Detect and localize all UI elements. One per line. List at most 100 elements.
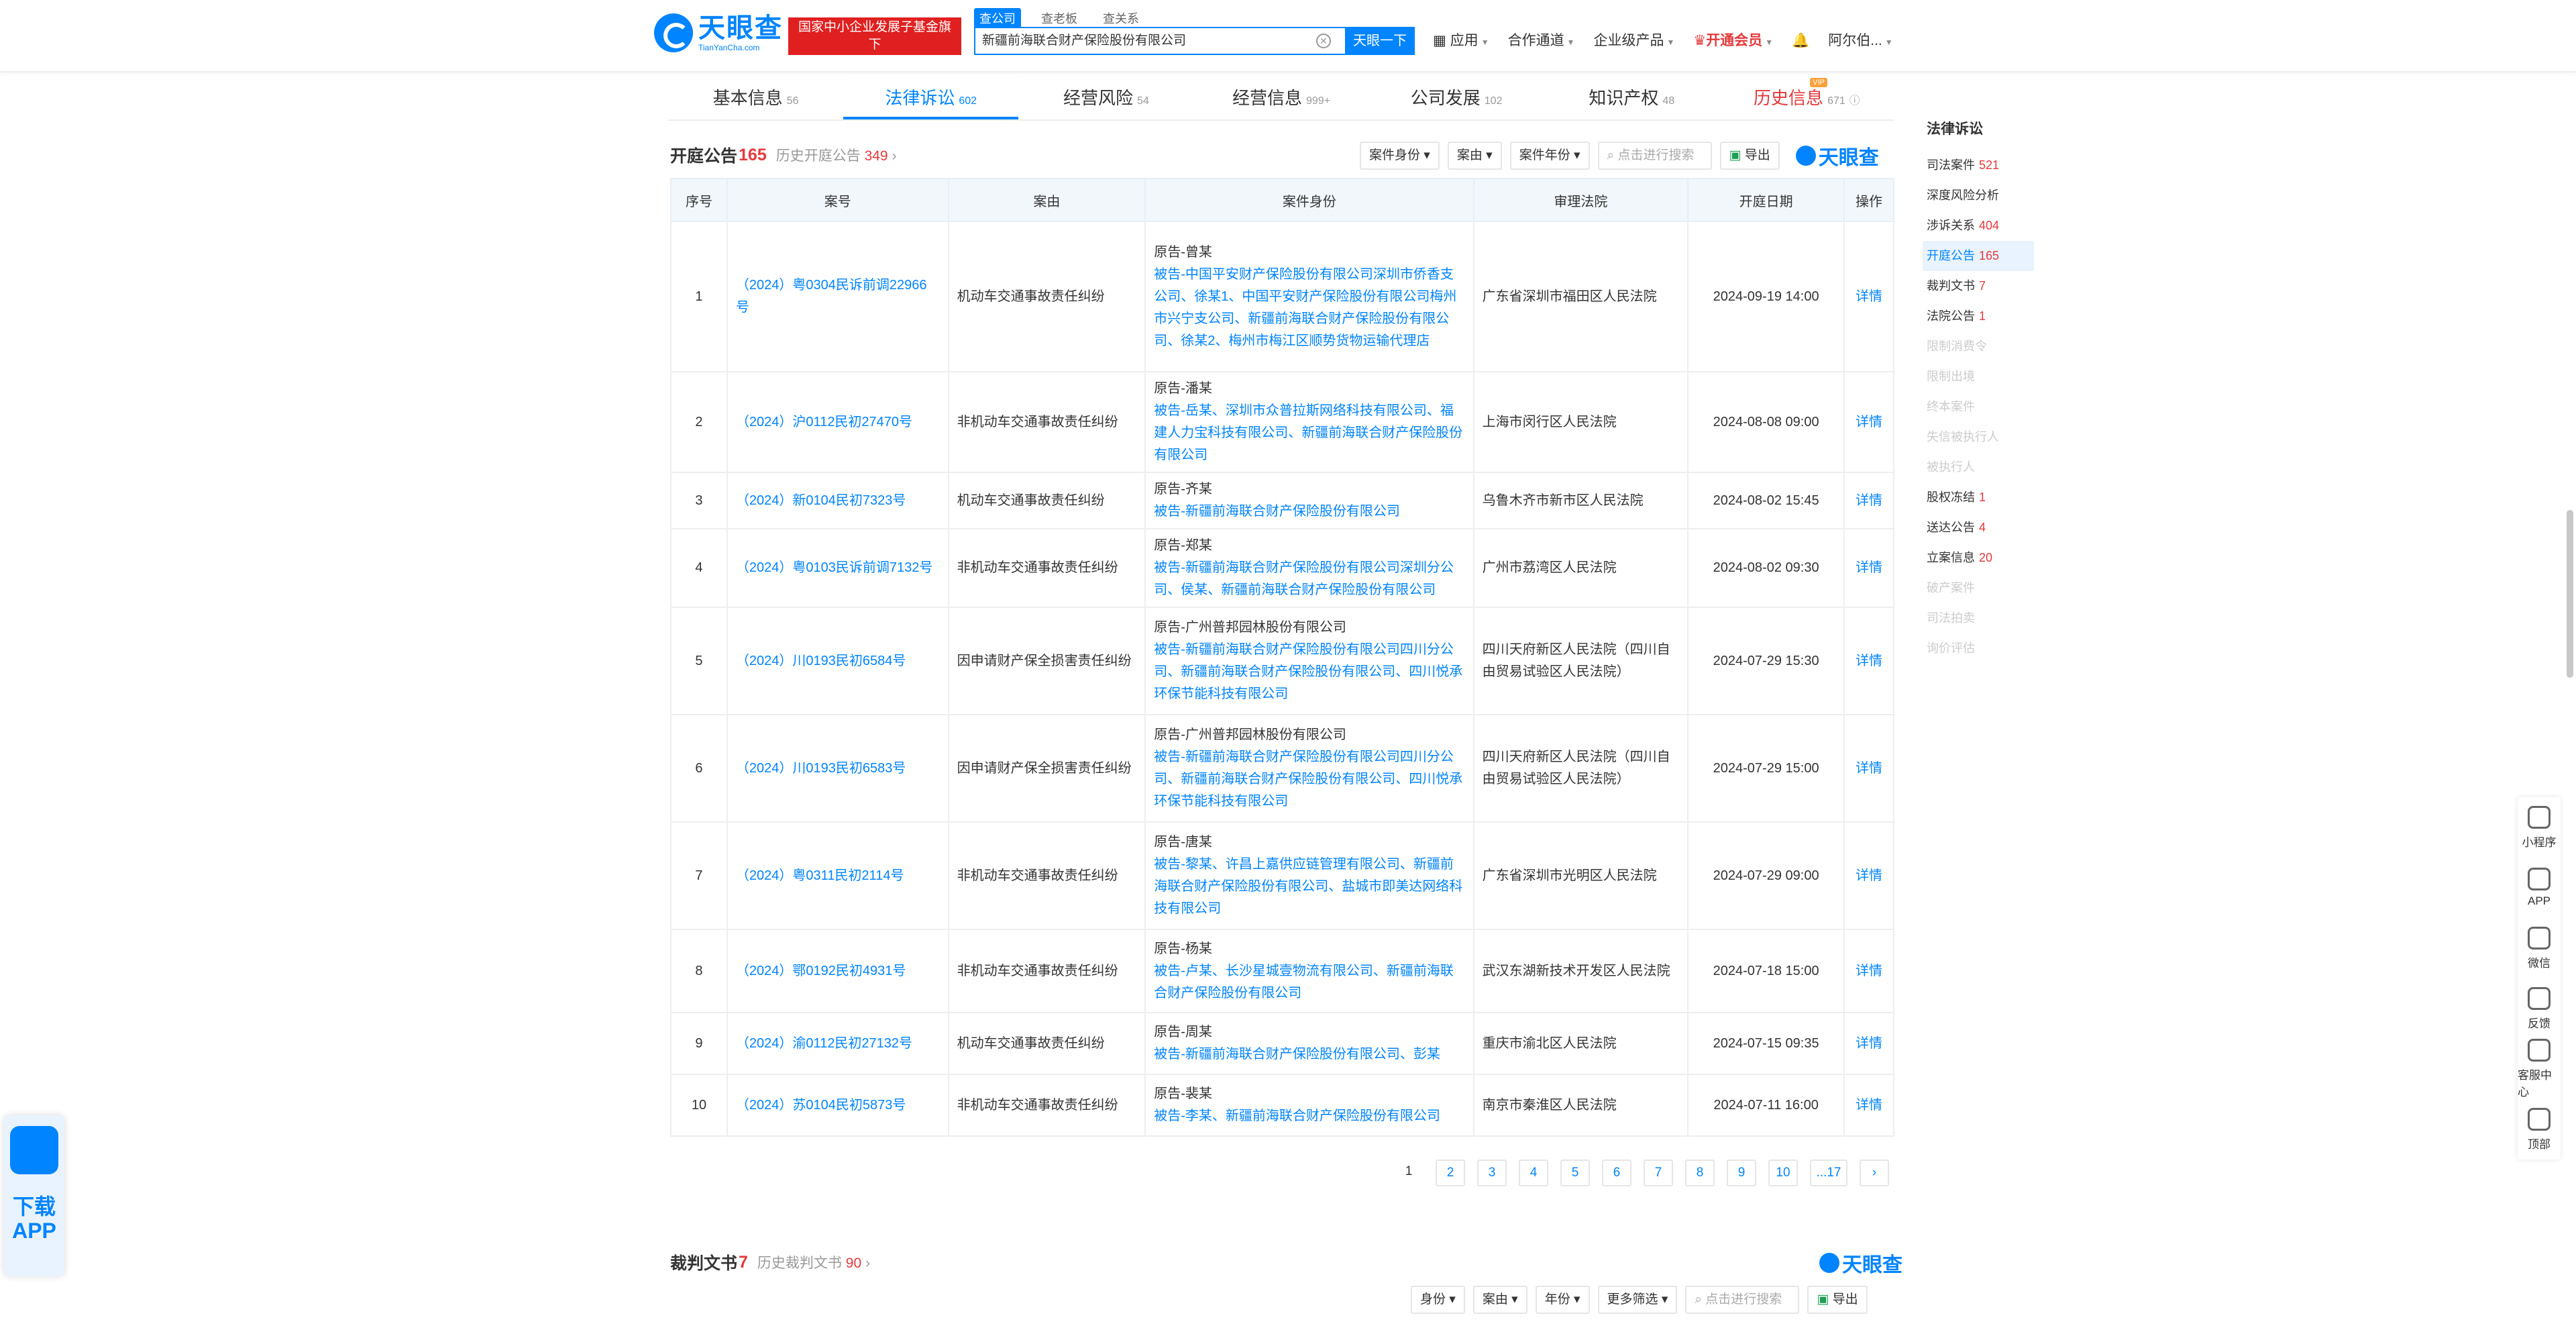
- case-number-link[interactable]: （2024）粤0103民诉前调7132号: [726, 528, 949, 608]
- right-nav-item[interactable]: 失信被执行人: [1927, 422, 2034, 452]
- page-button[interactable]: 9: [1727, 1160, 1756, 1186]
- filter-identity[interactable]: 案件身份 ▾: [1360, 142, 1440, 170]
- right-nav-item[interactable]: 涉诉关系 404: [1927, 211, 2034, 241]
- app-download-widget[interactable]: 下载APP: [4, 1115, 64, 1276]
- case-number-link[interactable]: （2024）苏0104民初5873号: [726, 1074, 949, 1137]
- tab-history[interactable]: 历史信息 671 ⓘ VIP: [1719, 75, 1894, 119]
- right-nav-item[interactable]: 开庭公告 165: [1923, 241, 2034, 271]
- tab-legal[interactable]: 法律诉讼 602: [843, 75, 1019, 119]
- sidebar-phone[interactable]: APP: [2518, 858, 2561, 918]
- page-button[interactable]: 10: [1768, 1160, 1798, 1186]
- plaintiff[interactable]: 原告-杨某: [1154, 938, 1464, 960]
- detail-link[interactable]: 详情: [1843, 607, 1894, 715]
- search-tab-boss[interactable]: 查老板: [1036, 8, 1083, 28]
- defendant[interactable]: 被告-新疆前海联合财产保险股份有限公司: [1154, 501, 1464, 523]
- case-number-link[interactable]: （2024）渝0112民初27132号: [726, 1012, 949, 1075]
- plaintiff[interactable]: 原告-唐某: [1154, 831, 1464, 854]
- right-nav-item[interactable]: 送达公告 4: [1927, 513, 2034, 543]
- detail-link[interactable]: 详情: [1843, 1012, 1894, 1075]
- defendant[interactable]: 被告-岳某、深圳市众普拉斯网络科技有限公司、福建人力宝科技有限公司、新疆前海联合…: [1154, 400, 1464, 466]
- sidebar-rocket[interactable]: 顶部: [2518, 1099, 2561, 1160]
- history-link[interactable]: 历史裁判文书 90 ›: [757, 1252, 870, 1272]
- right-nav-item[interactable]: 司法案件 521: [1927, 150, 2034, 181]
- defendant[interactable]: 被告-李某、新疆前海联合财产保险股份有限公司: [1154, 1105, 1464, 1127]
- tab-basic-info[interactable]: 基本信息 56: [668, 75, 843, 119]
- plaintiff[interactable]: 原告-郑某: [1154, 535, 1464, 557]
- case-number-link[interactable]: （2024）鄂0192民初4931号: [726, 929, 949, 1013]
- detail-link[interactable]: 详情: [1843, 821, 1894, 930]
- right-nav-item[interactable]: 终本案件: [1927, 392, 2034, 422]
- plaintiff[interactable]: 原告-潘某: [1154, 378, 1464, 400]
- page-button[interactable]: 5: [1560, 1160, 1590, 1186]
- page-button[interactable]: 7: [1644, 1160, 1673, 1186]
- detail-link[interactable]: 详情: [1843, 221, 1894, 372]
- logo[interactable]: 天眼查 TianYanCha.com: [654, 13, 783, 52]
- filter-cause[interactable]: 案由 ▾: [1472, 1286, 1527, 1314]
- right-nav-item[interactable]: 深度风险分析: [1927, 181, 2034, 211]
- right-nav-item[interactable]: 破产案件: [1927, 573, 2034, 603]
- history-link[interactable]: 历史开庭公告 349 ›: [776, 145, 897, 165]
- filter-cause[interactable]: 案由 ▾: [1447, 142, 1502, 170]
- right-nav-item[interactable]: 限制消费令: [1927, 331, 2034, 362]
- case-number-link[interactable]: （2024）新0104民初7323号: [726, 472, 949, 529]
- page-button[interactable]: 2: [1436, 1160, 1465, 1186]
- tab-ip[interactable]: 知识产权 48: [1544, 75, 1719, 119]
- tab-operation[interactable]: 经营信息 999+: [1193, 75, 1368, 119]
- right-nav-item[interactable]: 限制出境: [1927, 362, 2034, 392]
- nav-enterprise[interactable]: 企业级产品 ▼: [1593, 30, 1674, 54]
- right-nav-item[interactable]: 立案信息 20: [1927, 543, 2034, 573]
- case-number-link[interactable]: （2024）粤0304民诉前调22966号: [726, 221, 949, 372]
- scrollbar[interactable]: [2567, 510, 2573, 678]
- plaintiff[interactable]: 原告-曾某: [1154, 242, 1464, 264]
- filter-search-input[interactable]: ⌕ 点击进行搜索: [1597, 142, 1712, 170]
- export-button[interactable]: ▣ 导出: [1719, 142, 1780, 170]
- plaintiff[interactable]: 原告-广州普邦园林股份有限公司: [1154, 724, 1464, 746]
- case-number-link[interactable]: （2024）沪0112民初27470号: [726, 371, 949, 473]
- plaintiff[interactable]: 原告-齐某: [1154, 478, 1464, 501]
- defendant[interactable]: 被告-黎某、许昌上嘉供应链管理有限公司、新疆前海联合财产保险股份有限公司、盐城市…: [1154, 854, 1464, 920]
- export-button[interactable]: ▣ 导出: [1807, 1286, 1868, 1314]
- tab-risk[interactable]: 经营风险 54: [1018, 75, 1193, 119]
- detail-link[interactable]: 详情: [1843, 929, 1894, 1013]
- right-nav-item[interactable]: 股权冻结 1: [1927, 482, 2034, 513]
- plaintiff[interactable]: 原告-裴某: [1154, 1083, 1464, 1105]
- sidebar-customer-service[interactable]: 客服中心: [2518, 1039, 2561, 1099]
- sidebar-mini-program[interactable]: 小程序: [2518, 797, 2561, 858]
- bell-icon[interactable]: 🔔: [1792, 30, 1809, 54]
- defendant[interactable]: 被告-新疆前海联合财产保险股份有限公司四川分公司、新疆前海联合财产保险股份有限公…: [1154, 746, 1464, 813]
- sidebar-qrcode[interactable]: 微信: [2518, 918, 2561, 978]
- case-number-link[interactable]: （2024）川0193民初6584号: [726, 607, 949, 715]
- defendant[interactable]: 被告-卢某、长沙星城壹物流有限公司、新疆前海联合财产保险股份有限公司: [1154, 960, 1464, 1005]
- page-button[interactable]: ...17: [1810, 1160, 1847, 1186]
- right-nav-item[interactable]: 司法拍卖: [1927, 603, 2034, 633]
- page-button[interactable]: 3: [1477, 1160, 1507, 1186]
- page-button[interactable]: 4: [1519, 1160, 1548, 1186]
- right-nav-item[interactable]: 法院公告 1: [1927, 301, 2034, 331]
- right-nav-item[interactable]: 询价评估: [1927, 633, 2034, 664]
- detail-link[interactable]: 详情: [1843, 1074, 1894, 1137]
- filter-year[interactable]: 年份 ▾: [1535, 1286, 1590, 1314]
- sidebar-feedback[interactable]: 反馈: [2518, 978, 2561, 1039]
- defendant[interactable]: 被告-新疆前海联合财产保险股份有限公司、彭某: [1154, 1043, 1464, 1066]
- detail-link[interactable]: 详情: [1843, 472, 1894, 529]
- right-nav-item[interactable]: 裁判文书 7: [1927, 271, 2034, 301]
- defendant[interactable]: 被告-中国平安财产保险股份有限公司深圳市侨香支公司、徐某1、中国平安财产保险股份…: [1154, 264, 1464, 352]
- filter-more[interactable]: 更多筛选 ▾: [1597, 1286, 1678, 1314]
- detail-link[interactable]: 详情: [1843, 528, 1894, 608]
- nav-apps[interactable]: ▦ 应用 ▼: [1433, 30, 1489, 54]
- search-tab-relation[interactable]: 查关系: [1097, 8, 1144, 28]
- next-page-button[interactable]: ›: [1860, 1160, 1889, 1186]
- defendant[interactable]: 被告-新疆前海联合财产保险股份有限公司四川分公司、新疆前海联合财产保险股份有限公…: [1154, 639, 1464, 705]
- page-button[interactable]: 6: [1602, 1160, 1631, 1186]
- tab-development[interactable]: 公司发展 102: [1369, 75, 1544, 119]
- nav-partner[interactable]: 合作通道 ▼: [1508, 30, 1575, 54]
- detail-link[interactable]: 详情: [1843, 714, 1894, 823]
- right-nav-item[interactable]: 被执行人: [1927, 452, 2034, 482]
- filter-identity[interactable]: 身份 ▾: [1411, 1286, 1465, 1314]
- search-button[interactable]: 天眼一下: [1345, 27, 1415, 55]
- nav-vip[interactable]: ♛开通会员 ▼: [1693, 30, 1773, 54]
- plaintiff[interactable]: 原告-周某: [1154, 1021, 1464, 1043]
- nav-user[interactable]: 阿尔伯... ▼: [1828, 30, 1892, 54]
- page-button[interactable]: 8: [1685, 1160, 1715, 1186]
- detail-link[interactable]: 详情: [1843, 371, 1894, 473]
